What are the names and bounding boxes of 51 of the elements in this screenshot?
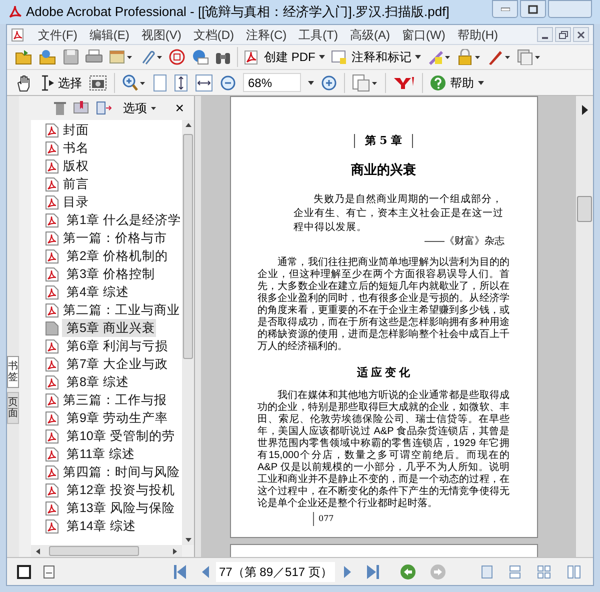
menu-item[interactable]: 高级(A) [345,26,395,44]
bookmark-item[interactable]: 第11章 综述 [62,444,136,464]
section-heading: 适 应 变 化 [356,366,410,381]
bookmark-item[interactable]: 第3章 价格控制 [62,264,156,284]
bookmark-item[interactable]: 第四篇：时间与风险 [62,462,181,482]
bookmark-item[interactable]: 第8章 综述 [62,372,130,392]
bookmark-item[interactable]: 第10章 受管制的劳 [62,426,176,446]
bookmark-item[interactable]: 第12章 投资与投机 [62,480,176,500]
bookmark-item[interactable]: 第二篇：工业与商业 [62,300,181,320]
menu-item[interactable]: 工具(T) [294,26,343,44]
paragraph: 我们在媒体和其他地方听说的企业通常都是些取得成功的企业，特别是那些取得巨大成就的企业，如微软、丰田、索尼、伦敦劳埃德保险公司、瑞士信贷等。在早些年，美国人应该都听说过 A&P 食品杂货连锁店，其曾是世界范围内零售领域中称霸的零售连锁店，1929 年它拥有15,000个分店，数量之多可谓空前绝后。而现在的 A&P 仅是以前规模的一小部分，几乎不为人所知。说明工业和商业并不是静止不变的，而是一个动态的过程，在这个过程中，在不断变化的条件下产生的无情竞争使得无论是单个企业还是整个行业都时起时落。 [258,390,510,510]
bookmark-item[interactable]: 前言 [62,174,90,194]
window-title: Adobe Acrobat Professional - [[诡辩与真相：经济学入门].罗汉.扫描版.pdf] [26,3,450,22]
bookmark-item[interactable]: 第13章 风险与保险 [62,498,176,518]
bookmark-item[interactable]: 第三篇：工作与报 [62,390,168,410]
epigraph-source: ——《财富》杂志 [424,235,504,249]
bookmark-item[interactable]: 封面 [62,120,90,140]
menu-item[interactable]: 文件(F) [33,26,82,44]
help-button[interactable]: 帮助 [430,74,484,92]
select-tool-button[interactable]: 选择 [40,74,82,92]
bookmark-item[interactable]: 目录 [62,192,90,212]
sidebar-tab[interactable]: 书签 [7,356,19,388]
comment-markup-button[interactable]: 注释和标记 [331,48,422,66]
bookmark-item[interactable]: 第9章 劳动生产率 [62,408,169,428]
bookmark-item[interactable]: 第5章 商业兴衰 [62,318,156,338]
page-number-field[interactable]: 77（第 89／517 页） [216,562,336,582]
epigraph: 失败乃是自然商业周期的一个组成部分，企业有生、有亡，资本主义社会正是在这一过程中得以发展。 [294,193,504,235]
bookmark-item[interactable]: 第2章 价格机制的 [62,246,169,266]
menu-item[interactable]: 注释(C) [241,26,292,44]
chapter-number: 第 5 章 [364,133,402,149]
bookmark-item[interactable]: 第一篇：价格与市 [62,228,168,248]
menu-item[interactable]: 编辑(E) [84,26,134,44]
bookmark-item[interactable]: 书名 [62,138,90,158]
close-button[interactable]: × [175,100,184,116]
create-pdf-button[interactable]: 创建 PDF [244,48,326,66]
menu-item[interactable]: 文档(D) [188,26,239,44]
options-button[interactable]: 选项 [123,99,156,117]
paragraph: 通常，我们往往把商业简单地理解为以营利为目的的企业，但这种理解至少在两个方面很容易误导人们。首先，大多数企业在建立后的短短几年内就歇业了，所以在很多企业盈利的同时，也有很多企业是亏损的。从经济学的角度来看，更重要的不在于企业主希望赚到多少钱，或是否取得成功，而在于所有这些是怎样影响拥有多种用途的稀缺资源的使用，进而是怎样影响整个社会中成百上千万人的经济福利的。 [258,257,510,353]
menu-item[interactable]: 窗口(W) [397,26,450,44]
menu-item[interactable]: 帮助(H) [452,26,503,44]
page-number: 077 [318,512,334,524]
menu-item[interactable]: 视图(V) [136,26,186,44]
bookmark-item[interactable]: 第14章 综述 [62,516,137,536]
bookmark-item[interactable]: 第7章 大企业与政 [62,354,169,374]
bookmark-item[interactable]: 第4章 综述 [62,282,130,302]
bookmark-item[interactable]: 第6章 利润与亏损 [62,336,169,356]
bookmark-item[interactable]: 第1章 什么是经济学 [62,210,182,230]
bookmark-item[interactable]: 版权 [62,156,90,176]
chapter-title: 商业的兴衰 [351,160,416,178]
sidebar-tab[interactable]: 页面 [7,392,19,424]
zoom-field[interactable]: 68% [243,73,301,92]
